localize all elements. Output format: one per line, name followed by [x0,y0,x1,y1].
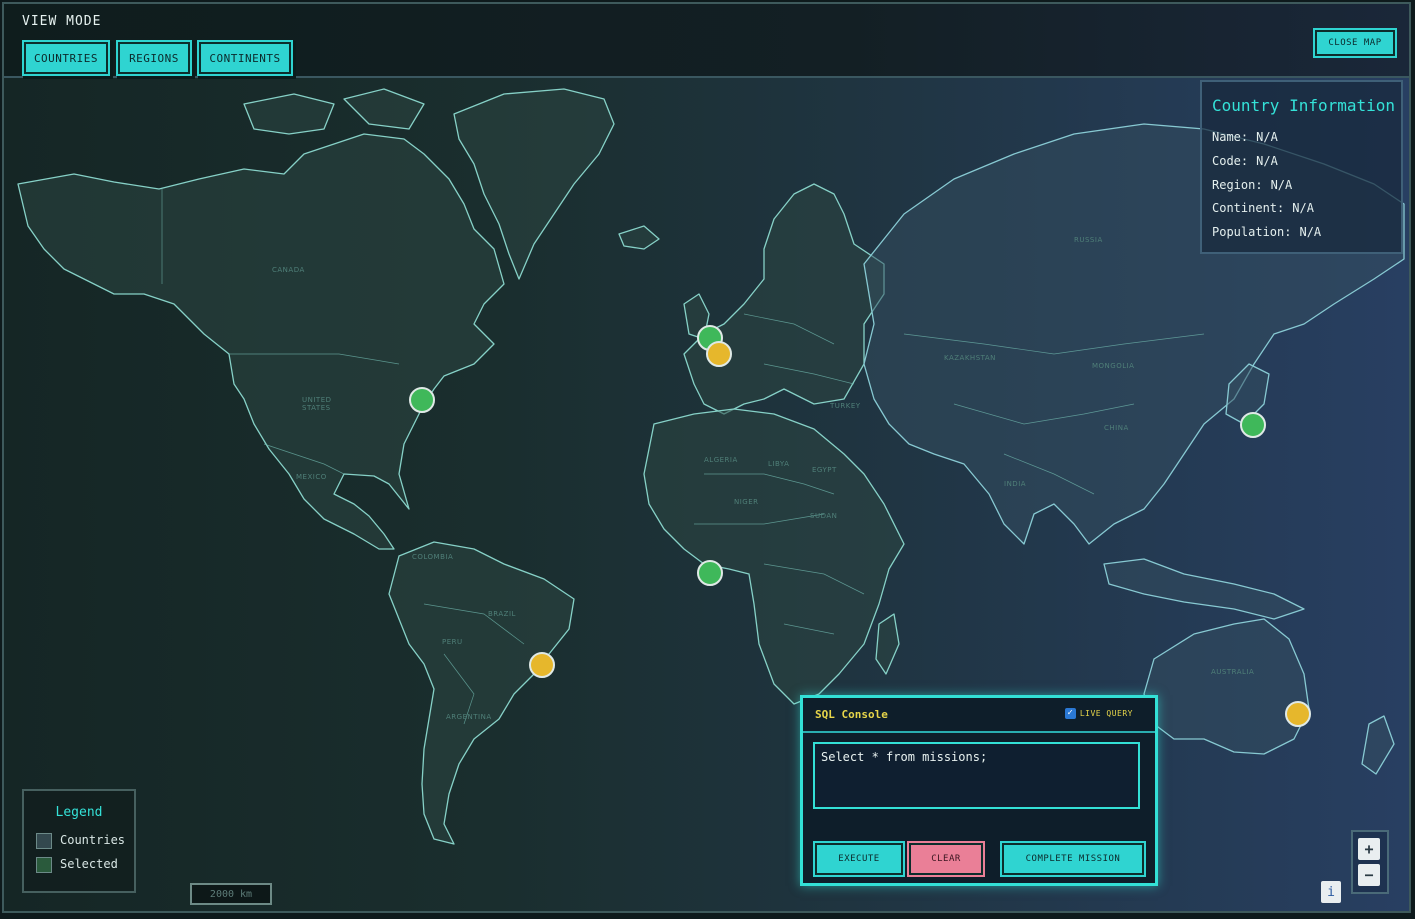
svg-text:COLOMBIA: COLOMBIA [412,553,453,561]
live-query-label: LIVE QUERY [1079,709,1133,718]
info-row-region: Region: N/A [1212,178,1293,192]
land-europe [683,183,885,415]
complete-mission-button[interactable]: COMPLETE MISSION [1002,843,1144,875]
land-arctic-islands-2 [343,88,425,130]
svg-text:STATES: STATES [302,404,331,412]
info-row-population: Population: N/A [1212,225,1322,239]
land-iceland [618,225,660,250]
land-south-america [388,541,575,845]
legend: Legend Countries Selected [22,789,136,893]
legend-swatch-selected [36,857,52,873]
marker-north-america[interactable] [409,387,435,413]
map-window: VIEW MODE COUNTRIES REGIONS CONTINENTS C… [2,2,1411,913]
sql-console-title: SQL Console [815,708,888,721]
scale-bar: 2000 km [190,883,272,905]
land-new-zealand [1361,715,1395,775]
world-map[interactable]: CANADA UNITED STATES MEXICO COLOMBIA BRA… [4,78,1409,911]
legend-title: Legend [55,805,103,820]
info-row-code: Code: N/A [1212,154,1278,168]
marker-brazil[interactable] [529,652,555,678]
info-title: Country Information [1212,96,1396,115]
marker-west-africa[interactable] [697,560,723,586]
land-north-america [17,133,505,550]
legend-label-selected: Selected [60,857,118,871]
info-row-continent: Continent: N/A [1212,201,1314,215]
land-arctic-islands [243,93,335,135]
svg-text:ALGERIA: ALGERIA [704,456,738,464]
view-mode-label: VIEW MODE [22,14,102,29]
clear-button[interactable]: CLEAR [909,843,983,875]
svg-text:CHINA: CHINA [1104,424,1129,432]
marker-france[interactable] [706,341,732,367]
zoom-control: + − [1351,830,1389,894]
sql-console-header: SQL Console ✓ LIVE QUERY [803,698,1155,733]
live-query-toggle[interactable]: ✓ LIVE QUERY [1064,708,1133,719]
land-australia [1143,618,1310,755]
svg-text:SUDAN: SUDAN [810,512,837,520]
close-map-button[interactable]: CLOSE MAP [1315,30,1395,56]
land-africa [643,408,905,705]
regions-mode-button[interactable]: REGIONS [118,42,190,74]
marker-japan[interactable] [1240,412,1266,438]
svg-text:UNITED: UNITED [302,396,332,404]
svg-text:TURKEY: TURKEY [829,402,861,410]
svg-text:ARGENTINA: ARGENTINA [446,713,492,721]
svg-text:INDIA: INDIA [1004,480,1026,488]
legend-label-countries: Countries [60,833,126,847]
zoom-in-button[interactable]: + [1358,838,1380,860]
zoom-out-button[interactable]: − [1358,864,1380,886]
svg-text:RUSSIA: RUSSIA [1074,236,1103,244]
map-canvas[interactable]: CANADA UNITED STATES MEXICO COLOMBIA BRA… [4,78,1409,911]
land-madagascar [875,613,900,675]
svg-text:EGYPT: EGYPT [812,466,837,474]
svg-text:MEXICO: MEXICO [296,473,327,481]
sql-console: SQL Console ✓ LIVE QUERY Select * from m… [800,695,1158,886]
svg-text:CANADA: CANADA [272,266,305,274]
countries-mode-button[interactable]: COUNTRIES [24,42,108,74]
svg-text:PERU: PERU [442,638,463,646]
info-row-name: Name: N/A [1212,130,1278,144]
svg-text:BRAZIL: BRAZIL [488,610,516,618]
svg-text:NIGER: NIGER [734,498,759,506]
svg-text:KAZAKHSTAN: KAZAKHSTAN [944,354,996,362]
svg-text:AUSTRALIA: AUSTRALIA [1211,668,1254,676]
info-button[interactable]: i [1321,881,1341,903]
execute-button[interactable]: EXECUTE [815,843,903,875]
svg-text:LIBYA: LIBYA [768,460,789,468]
land-se-asia-islands [1103,558,1305,620]
svg-text:MONGOLIA: MONGOLIA [1092,362,1134,370]
legend-swatch-countries [36,833,52,849]
live-query-checkbox[interactable]: ✓ [1064,708,1076,719]
continents-mode-button[interactable]: CONTINENTS [199,42,291,74]
country-information-panel: Country Information Name: N/A Code: N/A Re… [1200,80,1403,254]
marker-australia[interactable] [1285,701,1311,727]
top-bar: VIEW MODE COUNTRIES REGIONS CONTINENTS C… [4,4,1409,78]
sql-query-input[interactable]: Select * from missions; [813,742,1140,809]
